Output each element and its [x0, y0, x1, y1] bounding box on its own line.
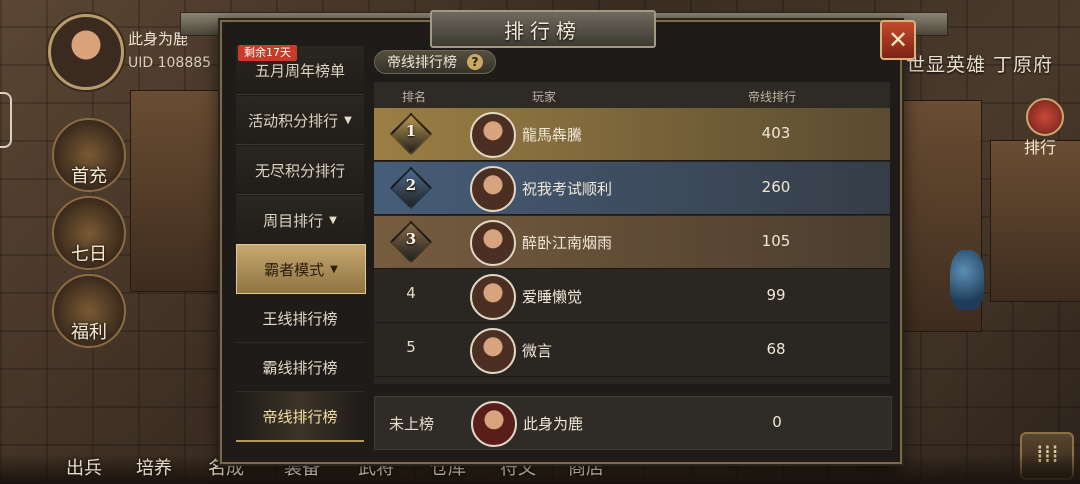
- chevron-down-icon: ▼: [329, 214, 337, 226]
- ranking-tab-label: 帝线排行榜: [387, 55, 457, 71]
- rank-number: 5: [406, 338, 416, 356]
- subcategory-king-line[interactable]: 王线排行榜: [236, 294, 364, 343]
- table-row[interactable]: 3 醉卧江南烟雨 105: [374, 216, 890, 269]
- player-score: 105: [761, 232, 791, 250]
- category-label: 帝线排行榜: [262, 407, 338, 426]
- panel-title-plate: 排行榜: [430, 10, 656, 48]
- player-avatar-icon[interactable]: [470, 166, 516, 212]
- nav-peiyang[interactable]: 培养: [136, 454, 172, 480]
- player-avatar[interactable]: [48, 14, 124, 90]
- category-label: 五月周年榜单: [254, 61, 345, 80]
- category-cycle[interactable]: 周目排行 ▼: [236, 196, 364, 245]
- welfare-button[interactable]: 福利: [52, 274, 126, 348]
- category-endless-points[interactable]: 无尽积分排行: [236, 146, 364, 195]
- subcategory-hegemon-line[interactable]: 霸线排行榜: [236, 343, 364, 392]
- player-uid: UID 108885: [128, 55, 212, 71]
- my-score: 0: [772, 413, 782, 431]
- mansion-title: 世显英雄 丁原府: [906, 54, 1054, 76]
- table-row[interactable]: 5 微言 68: [374, 324, 890, 377]
- player-avatar-icon[interactable]: [470, 328, 516, 374]
- chevron-down-icon: ▼: [330, 263, 338, 275]
- category-list: 五月周年榜单 活动积分排行 ▼ 无尽积分排行 周目排行 ▼ 霸者模式 ▼ 王线排行榜 …: [236, 44, 366, 444]
- category-activity-points[interactable]: 活动积分排行 ▼: [236, 96, 364, 145]
- ranking-button[interactable]: 排行: [1018, 92, 1072, 160]
- my-avatar[interactable]: [471, 401, 517, 447]
- ranking-table: 排名 玩家 帝线排行 1 龍馬犇騰 403 2 祝我考试顺利 260 3 醉卧江南烟雨 105 4…: [374, 82, 890, 384]
- player-avatar-icon[interactable]: [470, 112, 516, 158]
- panel-title: 排行榜: [504, 18, 582, 43]
- bookshelf: [130, 90, 222, 292]
- table-row[interactable]: 2 祝我考试顺利 260: [374, 162, 890, 215]
- rank-number: 4: [406, 284, 416, 302]
- ranking-icon: [1026, 98, 1064, 136]
- rank-number: 2: [405, 176, 417, 194]
- days-remaining-badge: 剩余17天: [238, 45, 297, 61]
- rank-number: 1: [405, 122, 417, 140]
- chevron-down-icon: ▼: [344, 114, 352, 126]
- ranking-content: 帝线排行榜 ? 排名 玩家 帝线排行 1 龍馬犇騰 403 2 祝我考试顺利 260 3 醉卧…: [370, 44, 892, 454]
- column-rank: 排名: [402, 90, 427, 104]
- table-header: 排名 玩家 帝线排行: [374, 82, 890, 108]
- player-name: 龍馬犇騰: [522, 126, 583, 144]
- first-recharge-label: 首充: [71, 166, 107, 187]
- seven-day-button[interactable]: 七日: [52, 196, 126, 270]
- seven-day-label: 七日: [71, 244, 107, 265]
- player-avatar-icon[interactable]: [470, 274, 516, 320]
- player-name: 爱睡懒觉: [522, 288, 583, 306]
- category-label: 王线排行榜: [262, 309, 338, 328]
- nav-chubing[interactable]: 出兵: [66, 454, 102, 480]
- player-name: 此身为鹿: [128, 30, 189, 48]
- side-pull-tab[interactable]: [0, 92, 12, 148]
- first-recharge-button[interactable]: 首充: [52, 118, 126, 192]
- category-overlord-mode[interactable]: 霸者模式 ▼: [236, 244, 366, 294]
- table-row[interactable]: 4 爱睡懒觉 99: [374, 270, 890, 323]
- rank-number: 3: [405, 230, 417, 248]
- my-player-name: 此身为鹿: [523, 415, 584, 433]
- category-label: 无尽积分排行: [254, 161, 345, 180]
- ranking-button-label: 排行: [1024, 138, 1057, 157]
- category-label: 周目排行: [263, 211, 324, 230]
- player-score: 68: [766, 340, 786, 358]
- my-rank-row: 未上榜 此身为鹿 0: [374, 396, 892, 450]
- category-label: 霸线排行榜: [262, 358, 338, 377]
- vase: [950, 250, 984, 310]
- column-score: 帝线排行: [748, 90, 797, 104]
- column-player: 玩家: [532, 90, 557, 104]
- table-row[interactable]: 1 龍馬犇騰 403: [374, 108, 890, 161]
- player-name: 祝我考试顺利: [522, 180, 613, 198]
- category-label: 霸者模式: [264, 260, 325, 279]
- bookshelf: [990, 140, 1080, 302]
- player-score: 260: [761, 178, 791, 196]
- ranking-tab[interactable]: 帝线排行榜 ?: [374, 50, 496, 74]
- player-score: 403: [761, 124, 791, 142]
- player-score: 99: [766, 286, 786, 304]
- help-icon[interactable]: ?: [467, 54, 483, 70]
- category-label: 活动积分排行: [248, 111, 339, 130]
- my-rank-label: 未上榜: [389, 415, 435, 433]
- player-avatar-icon[interactable]: [470, 220, 516, 266]
- subcategory-emperor-line[interactable]: 帝线排行榜: [236, 392, 364, 442]
- player-name: 微言: [522, 342, 553, 360]
- welfare-label: 福利: [71, 322, 107, 343]
- player-name: 醉卧江南烟雨: [522, 234, 613, 252]
